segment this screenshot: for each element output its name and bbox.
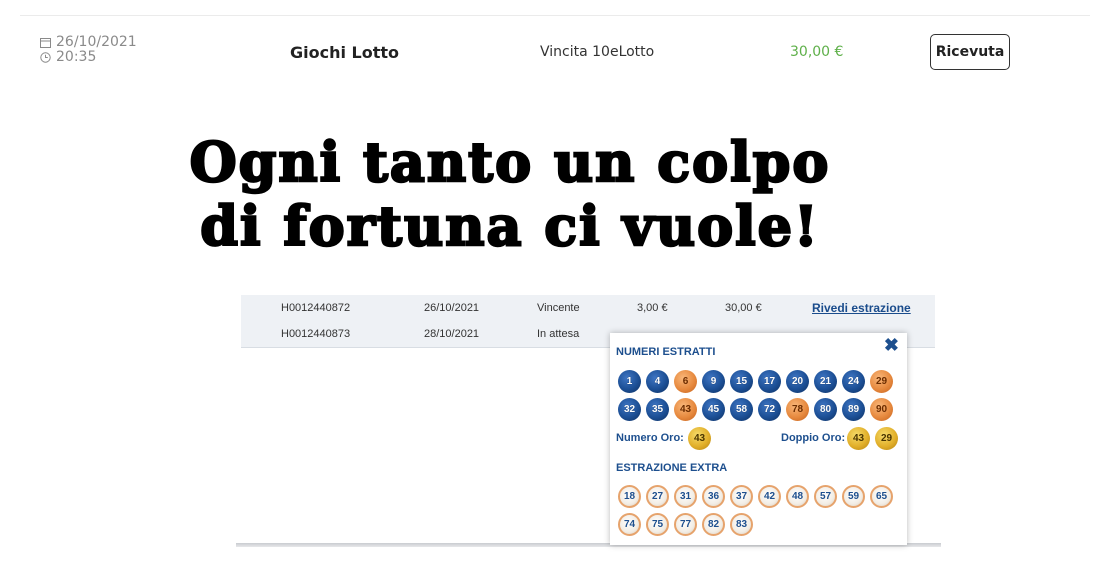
extra-number-ball: 48 xyxy=(786,485,809,508)
drawn-number-ball: 89 xyxy=(842,398,865,421)
ticket-status: In attesa xyxy=(537,328,580,340)
drawn-number-ball: 15 xyxy=(730,370,753,393)
clock-icon xyxy=(40,52,51,63)
ticket-date: 26/10/2021 xyxy=(424,302,480,314)
extra-number-ball: 75 xyxy=(646,513,669,536)
drawn-numbers: 1 4 6 9 15 17 20 21 24 29 32 35 43 45 58 72 78 80 89 90 xyxy=(618,370,908,421)
numero-oro-label: Numero Oro: xyxy=(616,432,684,444)
review-draw-link[interactable]: Rivedi estrazione xyxy=(812,301,911,315)
drawn-number-ball: 45 xyxy=(702,398,725,421)
extra-number-ball: 83 xyxy=(730,513,753,536)
datetime: 26/10/2021 20:35 xyxy=(40,35,137,65)
date-text: 26/10/2021 xyxy=(56,34,137,50)
estrazione-extra-title: ESTRAZIONE EXTRA xyxy=(616,462,728,474)
extra-number-ball: 31 xyxy=(674,485,697,508)
drawn-number-ball: 78 xyxy=(786,398,809,421)
drawn-number-ball: 29 xyxy=(870,370,893,393)
headline-line-1: Ogni tanto un colpo xyxy=(188,129,831,196)
extra-number-ball: 57 xyxy=(814,485,837,508)
extra-number-ball: 42 xyxy=(758,485,781,508)
doppio-oro-label: Doppio Oro: xyxy=(781,432,846,444)
drawn-number-ball: 58 xyxy=(730,398,753,421)
extra-number-ball: 77 xyxy=(674,513,697,536)
headline: Ogni tanto un colpo di fortuna ci vuole! xyxy=(100,129,920,260)
drawn-number-ball: 80 xyxy=(814,398,837,421)
drawn-number-ball: 72 xyxy=(758,398,781,421)
draw-popup: NUMERI ESTRATTI ✖ 1 4 6 9 15 17 20 21 24 29 32 35 43… xyxy=(610,333,907,545)
drawn-number-ball: 24 xyxy=(842,370,865,393)
drawn-number-ball: 32 xyxy=(618,398,641,421)
transaction-amount: 30,00 € xyxy=(790,44,844,60)
extra-number-ball: 82 xyxy=(702,513,725,536)
drawn-number-ball: 90 xyxy=(870,398,893,421)
numeri-estratti-title: NUMERI ESTRATTI xyxy=(616,346,716,358)
drawn-number-ball: 6 xyxy=(674,370,697,393)
drawn-number-ball: 4 xyxy=(646,370,669,393)
ticket-id: H0012440872 xyxy=(281,302,351,314)
extra-number-ball: 18 xyxy=(618,485,641,508)
calendar-icon xyxy=(40,38,51,48)
extra-number-ball: 27 xyxy=(646,485,669,508)
receipt-button[interactable]: Ricevuta xyxy=(930,34,1010,70)
ticket-status: Vincente xyxy=(537,302,580,314)
close-icon[interactable]: ✖ xyxy=(884,336,899,354)
headline-line-2: di fortuna ci vuole! xyxy=(199,193,820,260)
transaction-description: Vincita 10eLotto xyxy=(540,44,655,60)
drawn-number-ball: 20 xyxy=(786,370,809,393)
drawn-number-ball: 17 xyxy=(758,370,781,393)
doppio-oro-ball: 29 xyxy=(875,427,898,450)
extra-number-ball: 37 xyxy=(730,485,753,508)
numero-oro-ball: 43 xyxy=(688,427,711,450)
doppio-oro-ball: 43 xyxy=(847,427,870,450)
ticket-stake: 3,00 € xyxy=(637,302,668,314)
drawn-number-ball: 35 xyxy=(646,398,669,421)
extra-number-ball: 36 xyxy=(702,485,725,508)
time-text: 20:35 xyxy=(56,49,97,65)
drawn-number-ball: 21 xyxy=(814,370,837,393)
drawn-number-ball: 9 xyxy=(702,370,725,393)
extra-number-ball: 59 xyxy=(842,485,865,508)
top-divider xyxy=(20,15,1090,16)
extra-number-ball: 65 xyxy=(870,485,893,508)
game-name: Giochi Lotto xyxy=(290,43,400,62)
ticket-id: H0012440873 xyxy=(281,328,351,340)
ticket-date: 28/10/2021 xyxy=(424,328,480,340)
drawn-number-ball: 1 xyxy=(618,370,641,393)
drawn-number-ball: 43 xyxy=(674,398,697,421)
table-row: H0012440872 26/10/2021 Vincente 3,00 € 3… xyxy=(241,295,935,322)
ticket-win: 30,00 € xyxy=(725,302,762,314)
extra-numbers: 18 27 31 36 37 42 48 57 59 65 74 75 77 82 83 xyxy=(618,485,908,536)
extra-number-ball: 74 xyxy=(618,513,641,536)
